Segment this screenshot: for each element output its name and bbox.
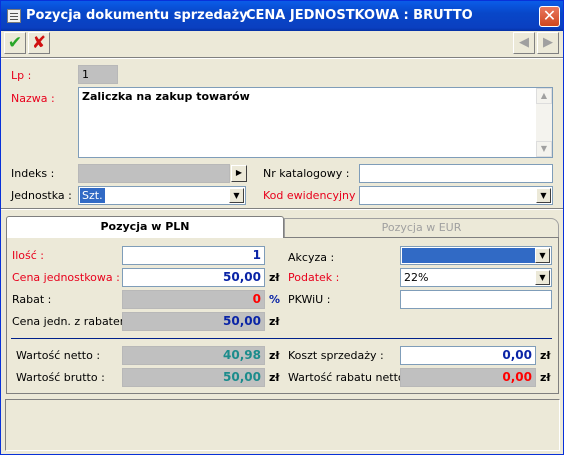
rabat-netto-currency-label: zł xyxy=(540,371,551,384)
nazwa-scrollbar[interactable]: ▲ ▼ xyxy=(536,88,552,157)
section-divider xyxy=(1,208,563,210)
jednostka-label: Jednostka : xyxy=(11,189,72,202)
wartosc-brutto-field: 50,00 xyxy=(122,368,265,387)
nr-katalogowy-label: Nr katalogowy : xyxy=(263,167,350,180)
values-divider xyxy=(11,338,552,339)
koszt-sprzedazy-label: Koszt sprzedaży : xyxy=(288,349,384,362)
cena-rabat-currency-label: zł xyxy=(269,315,280,328)
chevron-down-icon[interactable]: ▼ xyxy=(535,248,550,263)
wartosc-brutto-label: Wartość brutto : xyxy=(16,371,105,384)
window-title: Pozycja dokumentu sprzedaży xyxy=(26,8,248,23)
jednostka-value: Szt. xyxy=(80,188,105,203)
chevron-down-icon[interactable]: ▼ xyxy=(536,188,551,203)
dialog-window: Pozycja dokumentu sprzedaży CENA JEDNOST… xyxy=(0,0,564,455)
tab-pln[interactable]: Pozycja w PLN xyxy=(6,216,284,238)
chevron-down-icon[interactable]: ▼ xyxy=(229,188,244,203)
chevron-down-icon[interactable]: ▼ xyxy=(535,270,550,285)
akcyza-label: Akcyza : xyxy=(288,251,335,264)
netto-currency-label: zł xyxy=(269,349,280,362)
cena-jednostkowa-label: Cena jednostkowa : xyxy=(12,271,120,284)
akcyza-value xyxy=(402,248,537,263)
document-icon xyxy=(7,9,21,23)
podatek-label: Podatek : xyxy=(288,271,340,284)
rabat-percent-label: % xyxy=(269,293,281,306)
kod-ewidencyjny-label: Kod ewidencyjny : xyxy=(263,189,363,202)
wartosc-netto-field: 40,98 xyxy=(122,346,265,365)
koszt-sprzedazy-field[interactable]: 0,00 xyxy=(400,346,536,365)
rabat-field: 0 xyxy=(122,290,265,309)
price-mode-title: CENA JEDNOSTKOWA : BRUTTO xyxy=(246,8,473,23)
kod-ewidencyjny-select[interactable]: ▼ xyxy=(359,186,553,205)
rabat-label: Rabat : xyxy=(12,293,52,306)
wartosc-rabatu-netto-label: Wartość rabatu netto : xyxy=(288,371,412,384)
wartosc-netto-label: Wartość netto : xyxy=(16,349,101,362)
scroll-down-icon[interactable]: ▼ xyxy=(536,141,552,157)
brutto-currency-label: zł xyxy=(269,371,280,384)
lp-field: 1 xyxy=(78,65,118,84)
wartosc-rabatu-netto-field: 0,00 xyxy=(400,368,536,387)
nazwa-textarea[interactable]: Zaliczka na zakup towarów ▲ ▼ xyxy=(78,87,553,158)
cena-z-rabatem-field: 50,00 xyxy=(122,312,265,331)
akcyza-select[interactable]: ▼ xyxy=(400,246,552,265)
cena-currency-label: zł xyxy=(269,271,280,284)
koszt-currency-label: zł xyxy=(540,349,551,362)
podatek-select[interactable]: 22% ▼ xyxy=(400,268,552,287)
next-position-button[interactable]: ▶ xyxy=(537,32,559,54)
tab-eur[interactable]: Pozycja w EUR xyxy=(284,218,559,237)
ilosc-label: Ilość : xyxy=(12,249,45,262)
cena-z-rabatem-label: Cena jedn. z rabatem : xyxy=(12,315,138,328)
nazwa-label: Nazwa : xyxy=(11,92,55,105)
indeks-field xyxy=(78,164,230,183)
toolbar: ✔ ✘ ◀ ▶ xyxy=(1,31,563,56)
indeks-label: Indeks : xyxy=(11,167,55,180)
cancel-button[interactable]: ✘ xyxy=(28,32,50,54)
toolbar-divider xyxy=(1,57,563,59)
close-button[interactable]: ✕ xyxy=(539,6,560,27)
cena-jednostkowa-field[interactable]: 50,00 xyxy=(122,268,265,287)
podatek-value: 22% xyxy=(404,271,429,284)
jednostka-select[interactable]: Szt. ▼ xyxy=(78,186,246,205)
ok-button[interactable]: ✔ xyxy=(4,32,26,54)
ilosc-field[interactable]: 1 xyxy=(122,246,265,265)
nazwa-text: Zaliczka na zakup towarów xyxy=(82,90,250,103)
status-area xyxy=(5,399,560,451)
indeks-lookup-arrow-icon[interactable]: ▶ xyxy=(231,165,247,182)
nr-katalogowy-field[interactable] xyxy=(359,164,553,183)
pkwiu-field[interactable] xyxy=(400,290,552,309)
lp-label: Lp : xyxy=(11,69,32,82)
title-bar[interactable]: Pozycja dokumentu sprzedaży CENA JEDNOST… xyxy=(1,1,563,31)
pkwiu-label: PKWiU : xyxy=(288,293,331,306)
scroll-up-icon[interactable]: ▲ xyxy=(536,88,552,104)
previous-position-button[interactable]: ◀ xyxy=(513,32,535,54)
